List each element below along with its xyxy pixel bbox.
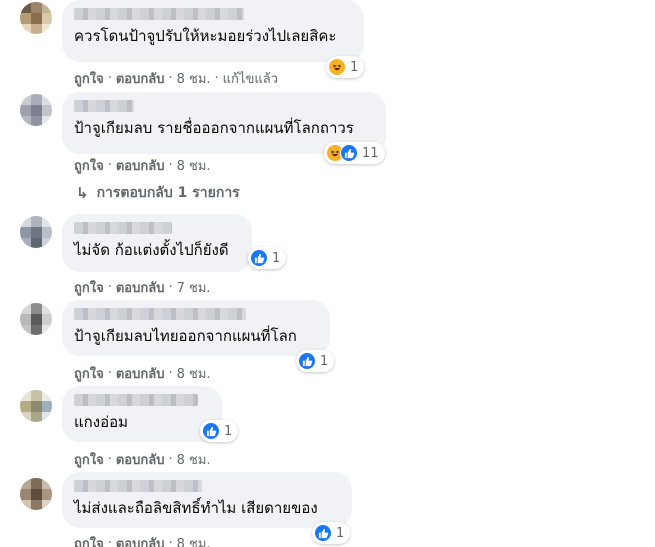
like-link[interactable]: ถูกใจ bbox=[74, 155, 104, 176]
reaction-summary[interactable]: 1 bbox=[312, 522, 351, 544]
separator-dot: · bbox=[107, 280, 112, 295]
reaction-count: 1 bbox=[224, 423, 233, 439]
comment-text: ไม่ส่งและถือลิขสิทธิ์ทำไม เสียดายของ bbox=[74, 499, 318, 517]
comment-bubble: ไม่จัด ก้อแต่งตั้งไปก็ยังดี bbox=[62, 214, 252, 272]
like-link[interactable]: ถูกใจ bbox=[74, 68, 104, 89]
like-icon bbox=[314, 524, 332, 542]
like-icon bbox=[298, 352, 316, 370]
separator-dot: · bbox=[168, 536, 173, 547]
comment-actions: ถูกใจ · ตอบกลับ · 8 ชม. bbox=[74, 363, 211, 384]
separator-dot: · bbox=[107, 452, 112, 467]
view-replies-link[interactable]: ↳ การตอบกลับ 1 รายการ bbox=[76, 182, 240, 204]
timestamp[interactable]: 8 ชม. bbox=[177, 449, 211, 470]
author-name-blurred[interactable] bbox=[74, 100, 134, 112]
comment-actions: ถูกใจ · ตอบกลับ · 8 ชม. bbox=[74, 155, 211, 176]
timestamp[interactable]: 8 ชม. bbox=[177, 533, 211, 547]
comment-text: ป้าจูเกียมลบ รายชื่อออกจากแผนที่โลกถาวร bbox=[74, 119, 354, 137]
comment-bubble: ป้าจูเกียมลบไทยออกจากแผนที่โลก bbox=[62, 300, 330, 356]
author-name-blurred[interactable] bbox=[74, 480, 202, 492]
avatar[interactable] bbox=[20, 390, 52, 422]
comment-actions: ถูกใจ · ตอบกลับ · 8 ชม. bbox=[74, 533, 211, 547]
reply-link[interactable]: ตอบกลับ bbox=[116, 277, 165, 298]
reaction-summary[interactable]: 11 bbox=[324, 142, 385, 164]
haha-icon bbox=[328, 58, 346, 76]
reply-link[interactable]: ตอบกลับ bbox=[116, 363, 165, 384]
like-icon bbox=[340, 144, 358, 162]
author-name-blurred[interactable] bbox=[74, 222, 172, 234]
author-name-blurred[interactable] bbox=[74, 308, 246, 320]
avatar[interactable] bbox=[20, 216, 52, 248]
comment-bubble: ไม่ส่งและถือลิขสิทธิ์ทำไม เสียดายของ bbox=[62, 472, 352, 528]
replies-count-label: การตอบกลับ 1 รายการ bbox=[96, 185, 240, 201]
reaction-count: 1 bbox=[320, 353, 329, 369]
avatar[interactable] bbox=[20, 478, 52, 510]
reply-link[interactable]: ตอบกลับ bbox=[116, 449, 165, 470]
avatar[interactable] bbox=[20, 2, 52, 34]
like-link[interactable]: ถูกใจ bbox=[74, 363, 104, 384]
reply-link[interactable]: ตอบกลับ bbox=[116, 533, 165, 547]
reaction-count: 1 bbox=[350, 59, 359, 75]
comment-bubble: แกงอ่อม bbox=[62, 386, 222, 442]
separator-dot: · bbox=[168, 158, 173, 173]
timestamp[interactable]: 7 ชม. bbox=[177, 277, 211, 298]
comment-text: ควรโดนป้าจูปรับให้หะมอยร่วงไปเลยสิคะ bbox=[74, 27, 337, 45]
separator-dot: · bbox=[168, 452, 173, 467]
like-link[interactable]: ถูกใจ bbox=[74, 277, 104, 298]
separator-dot: · bbox=[214, 71, 219, 86]
reply-arrow-icon: ↳ bbox=[76, 184, 89, 202]
avatar[interactable] bbox=[20, 303, 52, 335]
comment-text: ป้าจูเกียมลบไทยออกจากแผนที่โลก bbox=[74, 327, 297, 345]
timestamp[interactable]: 8 ชม. bbox=[177, 363, 211, 384]
comment-bubble: ควรโดนป้าจูปรับให้หะมอยร่วงไปเลยสิคะ bbox=[62, 0, 364, 62]
separator-dot: · bbox=[107, 158, 112, 173]
reply-link[interactable]: ตอบกลับ bbox=[116, 155, 165, 176]
separator-dot: · bbox=[107, 71, 112, 86]
author-name-blurred[interactable] bbox=[74, 8, 244, 20]
comment-text: แกงอ่อม bbox=[74, 413, 128, 431]
reply-link[interactable]: ตอบกลับ bbox=[116, 68, 165, 89]
separator-dot: · bbox=[168, 280, 173, 295]
reaction-count: 11 bbox=[362, 145, 379, 161]
separator-dot: · bbox=[107, 536, 112, 547]
like-link[interactable]: ถูกใจ bbox=[74, 533, 104, 547]
separator-dot: · bbox=[168, 71, 173, 86]
separator-dot: · bbox=[168, 366, 173, 381]
comment-actions: ถูกใจ · ตอบกลับ · 7 ชม. bbox=[74, 277, 211, 298]
author-name-blurred[interactable] bbox=[74, 394, 198, 406]
edited-label: แก้ไขแล้ว bbox=[222, 72, 278, 87]
reaction-summary[interactable]: 1 bbox=[248, 247, 287, 269]
comment-actions: ถูกใจ · ตอบกลับ · 8 ชม. bbox=[74, 449, 211, 470]
comment-actions: ถูกใจ · ตอบกลับ · 8 ชม. · แก้ไขแล้ว bbox=[74, 68, 278, 89]
reaction-count: 1 bbox=[272, 250, 281, 266]
timestamp[interactable]: 8 ชม. bbox=[177, 68, 211, 89]
reaction-summary[interactable]: 1 bbox=[296, 350, 335, 372]
reaction-summary[interactable]: 1 bbox=[200, 420, 239, 442]
like-icon bbox=[250, 249, 268, 267]
comment-text: ไม่จัด ก้อแต่งตั้งไปก็ยังดี bbox=[74, 241, 229, 259]
timestamp[interactable]: 8 ชม. bbox=[177, 155, 211, 176]
reaction-summary[interactable]: 1 bbox=[326, 56, 365, 78]
reaction-count: 1 bbox=[336, 525, 345, 541]
avatar[interactable] bbox=[20, 94, 52, 126]
like-link[interactable]: ถูกใจ bbox=[74, 449, 104, 470]
like-icon bbox=[202, 422, 220, 440]
separator-dot: · bbox=[107, 366, 112, 381]
